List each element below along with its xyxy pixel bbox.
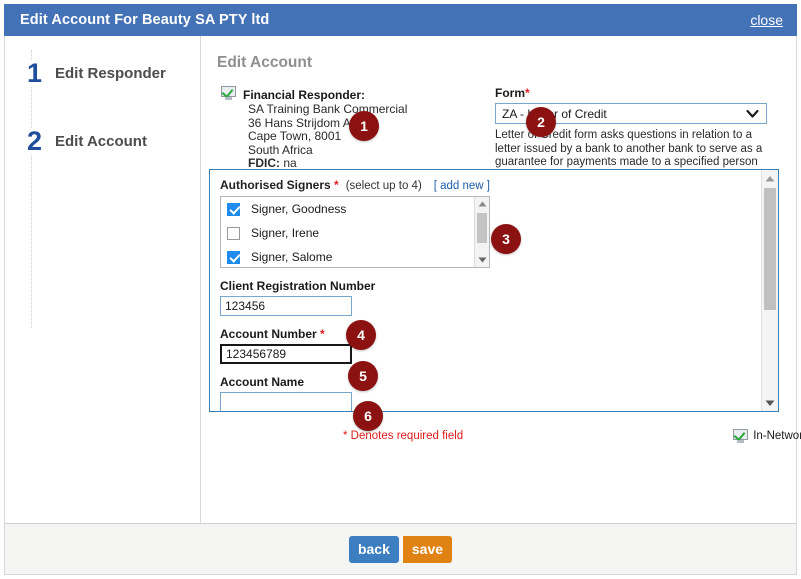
authorised-signers-header: Authorised Signers * (select up to 4) [ … xyxy=(220,178,490,192)
authorised-signers-list[interactable]: Signer, Goodness Signer, Irene Signer, S… xyxy=(220,196,490,268)
scroll-up-arrow-icon[interactable] xyxy=(475,197,489,211)
signer-label: Signer, Irene xyxy=(251,226,320,240)
modal-title: Edit Account For Beauty SA PTY ltd xyxy=(20,12,270,28)
signer-checkbox[interactable] xyxy=(227,202,240,216)
authorised-signers-label: Authorised Signers * xyxy=(220,178,339,192)
panel-scroll-thumb[interactable] xyxy=(764,188,776,310)
annotation-badge-1: 1 xyxy=(349,111,379,141)
modal-body: 1 Edit Responder 2 Edit Account Edit Acc… xyxy=(4,36,801,523)
account-details-panel-inner: Authorised Signers * (select up to 4) [ … xyxy=(210,170,762,411)
save-button[interactable]: save xyxy=(400,535,453,563)
signer-checkbox[interactable] xyxy=(227,226,240,240)
back-button[interactable]: back xyxy=(348,535,399,563)
in-network-monitor-icon xyxy=(733,428,749,443)
authorised-signers-note: (select up to 4) xyxy=(345,180,422,192)
fdic-label: FDIC: xyxy=(248,156,280,170)
step-number-1: 1 xyxy=(27,57,43,88)
signers-scroll-thumb[interactable] xyxy=(477,213,487,243)
account-number-input[interactable] xyxy=(220,344,352,364)
client-registration-number-label-text: Client Registration Number xyxy=(220,279,376,293)
client-registration-number-label: Client Registration Number xyxy=(220,279,490,293)
signers-list-scrollbar[interactable] xyxy=(474,197,489,267)
account-panel-scrollbar[interactable] xyxy=(761,170,778,411)
form-label-text: Form xyxy=(495,86,525,100)
financial-responder-header: Financial Responder: xyxy=(221,85,491,102)
form-required-mark: * xyxy=(525,86,530,100)
account-number-required-mark: * xyxy=(320,327,325,341)
annotation-badge-6: 6 xyxy=(353,401,383,431)
wizard-sidebar: 1 Edit Responder 2 Edit Account xyxy=(5,36,201,523)
close-button[interactable]: close xyxy=(750,12,783,29)
sidebar-item-edit-responder[interactable]: 1 Edit Responder xyxy=(5,56,200,90)
signer-label: Signer, Goodness xyxy=(251,202,347,216)
in-network-monitor-icon xyxy=(221,85,236,100)
signer-checkbox[interactable] xyxy=(227,250,240,264)
account-name-label-text: Account Name xyxy=(220,375,305,389)
signer-row[interactable]: Signer, Salome xyxy=(221,245,489,267)
sidebar-item-edit-account[interactable]: 2 Edit Account xyxy=(5,124,200,158)
annotation-badge-4: 4 xyxy=(346,320,376,350)
account-name-input[interactable] xyxy=(220,392,352,411)
client-registration-number-block: Client Registration Number xyxy=(220,279,490,316)
annotation-badge-3: 3 xyxy=(491,224,521,254)
signer-row[interactable]: Signer, Goodness xyxy=(221,197,489,221)
annotation-badge-2: 2 xyxy=(526,107,556,137)
main-content: Edit Account Financial Responder: SA Tra… xyxy=(201,36,801,523)
step-label-edit-account: Edit Account xyxy=(55,132,147,150)
chevron-down-icon xyxy=(746,109,759,118)
step-number-2: 2 xyxy=(27,125,43,156)
panel-scroll-up-arrow-icon[interactable] xyxy=(762,170,778,186)
legend-item-in-network: In-Network xyxy=(733,428,801,443)
scroll-down-arrow-icon[interactable] xyxy=(475,253,489,267)
fdic-value: na xyxy=(283,156,297,170)
client-registration-number-input[interactable] xyxy=(220,296,352,316)
authorised-signers-label-text: Authorised Signers xyxy=(220,178,331,192)
sidebar-connector-line xyxy=(31,50,33,328)
annotation-badge-5: 5 xyxy=(348,361,378,391)
signer-label: Signer, Salome xyxy=(251,250,333,264)
page-title: Edit Account xyxy=(217,54,313,71)
address-line-4: South Africa xyxy=(248,142,313,157)
modal-titlebar: Edit Account For Beauty SA PTY ltd close xyxy=(4,4,797,36)
add-new-signer-link[interactable]: [ add new ] xyxy=(434,180,490,192)
panel-scroll-down-arrow-icon[interactable] xyxy=(762,395,778,411)
form-field-label: Form* xyxy=(495,86,782,100)
financial-responder-title: Financial Responder: xyxy=(243,88,366,102)
step-label-edit-responder: Edit Responder xyxy=(55,64,166,82)
network-legend: In-Network Out-Of-Network Paper xyxy=(733,428,801,443)
edit-account-modal: Edit Account For Beauty SA PTY ltd close… xyxy=(0,0,801,579)
signer-row[interactable]: Signer, Irene xyxy=(221,221,489,245)
legend-label-in-network: In-Network xyxy=(753,429,801,442)
modal-footer: back save xyxy=(4,523,797,575)
account-details-panel: Authorised Signers * (select up to 4) [ … xyxy=(209,169,779,412)
denotes-required-text: * Denotes required field xyxy=(343,430,464,442)
authorised-signers-required-mark: * xyxy=(334,178,339,192)
account-number-label-text: Account Number xyxy=(220,327,317,341)
